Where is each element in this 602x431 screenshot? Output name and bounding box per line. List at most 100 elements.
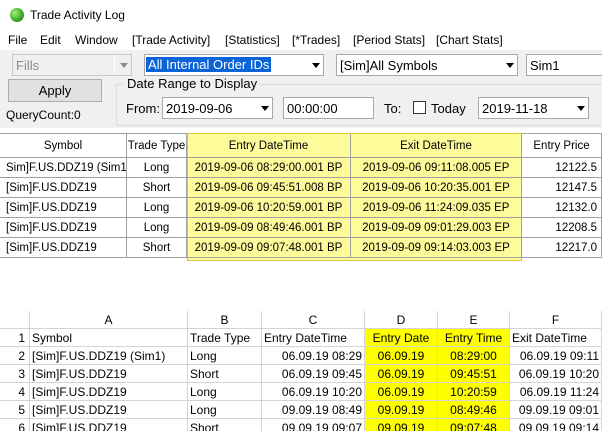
apply-button[interactable]: Apply — [8, 79, 102, 102]
grid-cell-trade-type[interactable]: Short — [127, 178, 187, 198]
grid-cell-entry-datetime[interactable]: 2019-09-06 10:20:59.001 BP — [187, 198, 351, 218]
chevron-down-icon[interactable] — [255, 98, 272, 118]
grid-header-exit-datetime[interactable]: Exit DateTime — [351, 134, 522, 158]
menu-trades[interactable]: [*Trades] — [292, 33, 340, 47]
chevron-down-icon[interactable] — [114, 55, 131, 75]
menu-period-stats[interactable]: [Period Stats] — [353, 33, 425, 47]
grid-cell-entry-price[interactable]: 12122.5 — [522, 158, 602, 178]
today-checkbox[interactable] — [413, 101, 426, 114]
grid-cell-exit-datetime[interactable]: 2019-09-09 09:01:29.003 EP — [351, 218, 522, 238]
sheet-row-header[interactable]: 3 — [0, 365, 30, 383]
sheet-cell[interactable]: Short — [188, 365, 262, 383]
order-ids-dropdown[interactable]: All Internal Order IDs — [144, 54, 324, 76]
grid-cell-exit-datetime[interactable]: 2019-09-06 10:20:35.001 EP — [351, 178, 522, 198]
sheet-header-cell[interactable]: Entry Date — [365, 329, 438, 347]
grid-cell-trade-type[interactable]: Short — [127, 238, 187, 258]
sheet-cell[interactable]: 08:29:00 — [438, 347, 510, 365]
menu-trade-activity[interactable]: [Trade Activity] — [132, 33, 210, 47]
sheet-row-header[interactable]: 1 — [0, 329, 30, 347]
sheet-col-header[interactable]: F — [510, 311, 602, 329]
menu-chart-stats[interactable]: [Chart Stats] — [436, 33, 503, 47]
sheet-header-cell[interactable]: Trade Type — [188, 329, 262, 347]
grid-cell-symbol[interactable]: Sim]F.US.DDZ19 (Sim1 — [0, 158, 127, 178]
grid-cell-entry-price[interactable]: 12208.5 — [522, 218, 602, 238]
grid-cell-symbol[interactable]: [Sim]F.US.DDZ19 — [0, 198, 127, 218]
grid-cell-trade-type[interactable]: Long — [127, 218, 187, 238]
sheet-row-header[interactable]: 4 — [0, 383, 30, 401]
sheet-cell[interactable]: 09.09.19 09:14 — [510, 419, 602, 431]
sheet-cell[interactable]: 09.09.19 09:01 — [510, 401, 602, 419]
grid-cell-symbol[interactable]: [Sim]F.US.DDZ19 — [0, 178, 127, 198]
sheet-cell[interactable]: 06.09.19 — [365, 365, 438, 383]
chevron-down-icon[interactable] — [571, 98, 588, 118]
grid-cell-trade-type[interactable]: Long — [127, 158, 187, 178]
sheet-cell[interactable]: Short — [188, 419, 262, 431]
grid-cell-entry-price[interactable]: 12132.0 — [522, 198, 602, 218]
menu-statistics[interactable]: [Statistics] — [225, 33, 280, 47]
grid-cell-entry-price[interactable]: 12147.5 — [522, 178, 602, 198]
sheet-cell[interactable]: [Sim]F.US.DDZ19 — [30, 401, 188, 419]
grid-cell-entry-datetime[interactable]: 2019-09-06 09:45:51.008 BP — [187, 178, 351, 198]
to-date-picker[interactable]: 2019-11-18 — [478, 97, 589, 119]
grid-cell-entry-datetime[interactable]: 2019-09-09 08:49:46.001 BP — [187, 218, 351, 238]
sheet-cell[interactable]: 09:45:51 — [438, 365, 510, 383]
sheet-col-header[interactable]: D — [365, 311, 438, 329]
sheet-col-header[interactable]: C — [262, 311, 365, 329]
sheet-col-header[interactable]: B — [188, 311, 262, 329]
sheet-cell[interactable]: 06.09.19 09:45 — [262, 365, 365, 383]
menu-edit[interactable]: Edit — [40, 33, 61, 47]
menu-file[interactable]: File — [8, 33, 27, 47]
grid-cell-entry-datetime[interactable]: 2019-09-06 08:29:00.001 BP — [187, 158, 351, 178]
chevron-down-icon[interactable] — [500, 55, 517, 75]
sheet-cell[interactable]: [Sim]F.US.DDZ19 — [30, 383, 188, 401]
sheet-header-cell[interactable]: Entry Time — [438, 329, 510, 347]
sheet-cell[interactable]: 09:07:48 — [438, 419, 510, 431]
symbols-dropdown[interactable]: [Sim]All Symbols — [336, 54, 518, 76]
sheet-cell[interactable]: [Sim]F.US.DDZ19 — [30, 419, 188, 431]
sheet-cell[interactable]: 09.09.19 — [365, 401, 438, 419]
sheet-cell[interactable]: 09.09.19 09:07 — [262, 419, 365, 431]
sheet-header-cell[interactable]: Entry DateTime — [262, 329, 365, 347]
sheet-cell[interactable]: 10:20:59 — [438, 383, 510, 401]
sheet-cell[interactable]: 06.09.19 10:20 — [510, 365, 602, 383]
grid-cell-symbol[interactable]: [Sim]F.US.DDZ19 — [0, 218, 127, 238]
grid-cell-trade-type[interactable]: Long — [127, 198, 187, 218]
grid-cell-exit-datetime[interactable]: 2019-09-06 09:11:08.005 EP — [351, 158, 522, 178]
sheet-cell[interactable]: Long — [188, 347, 262, 365]
sheet-cell[interactable]: [Sim]F.US.DDZ19 — [30, 365, 188, 383]
from-time-field[interactable]: 00:00:00 — [283, 97, 374, 119]
sheet-cell[interactable]: 06.09.19 10:20 — [262, 383, 365, 401]
menu-window[interactable]: Window — [75, 33, 118, 47]
grid-header-entry-datetime[interactable]: Entry DateTime — [187, 134, 351, 158]
grid-cell-exit-datetime[interactable]: 2019-09-06 11:24:09.035 EP — [351, 198, 522, 218]
sheet-row-header[interactable]: 2 — [0, 347, 30, 365]
sheet-col-header[interactable]: E — [438, 311, 510, 329]
sheet-cell[interactable]: [Sim]F.US.DDZ19 (Sim1) — [30, 347, 188, 365]
grid-header-symbol[interactable]: Symbol — [0, 134, 127, 158]
sheet-cell[interactable]: 06.09.19 — [365, 383, 438, 401]
sheet-header-cell[interactable]: Exit DateTime — [510, 329, 602, 347]
grid-cell-symbol[interactable]: [Sim]F.US.DDZ19 — [0, 238, 127, 258]
sheet-cell[interactable]: 08:49:46 — [438, 401, 510, 419]
sheet-cell[interactable]: 06.09.19 — [365, 347, 438, 365]
grid-cell-entry-datetime[interactable]: 2019-09-09 09:07:48.001 BP — [187, 238, 351, 258]
from-date-picker[interactable]: 2019-09-06 — [162, 97, 273, 119]
chevron-down-icon[interactable] — [306, 55, 323, 75]
sheet-cell[interactable]: Long — [188, 383, 262, 401]
sheet-row-header[interactable]: 5 — [0, 401, 30, 419]
sheet-header-cell[interactable]: Symbol — [30, 329, 188, 347]
sheet-cell[interactable]: 06.09.19 11:24 — [510, 383, 602, 401]
sheet-cell[interactable]: Long — [188, 401, 262, 419]
sheet-row-header[interactable]: 6 — [0, 419, 30, 431]
account-field[interactable]: Sim1 — [526, 54, 602, 76]
sheet-cell[interactable]: 06.09.19 08:29 — [262, 347, 365, 365]
sheet-cell[interactable]: 09.09.19 08:49 — [262, 401, 365, 419]
grid-cell-entry-price[interactable]: 12217.0 — [522, 238, 602, 258]
fills-dropdown[interactable]: Fills — [12, 54, 132, 76]
grid-header-trade-type[interactable]: Trade Type — [127, 134, 187, 158]
sheet-col-header[interactable]: A — [30, 311, 188, 329]
sheet-cell[interactable]: 09.09.19 — [365, 419, 438, 431]
sheet-cell[interactable]: 06.09.19 09:11 — [510, 347, 602, 365]
sheet-corner[interactable] — [0, 311, 30, 329]
grid-cell-exit-datetime[interactable]: 2019-09-09 09:14:03.003 EP — [351, 238, 522, 258]
